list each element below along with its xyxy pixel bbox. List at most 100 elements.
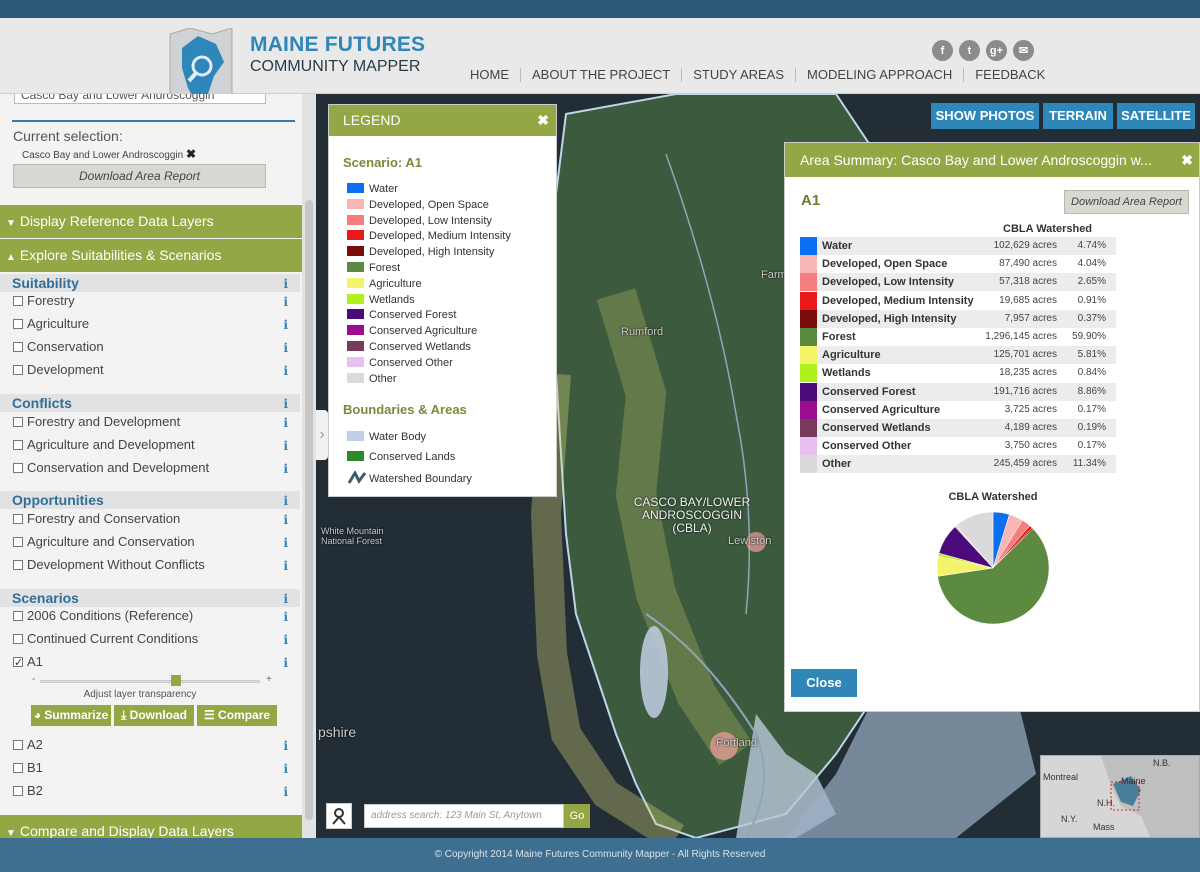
- overview-map[interactable]: Montreal Maine N.B. N.Y. Mass N.H.: [1040, 755, 1200, 838]
- panel-explore[interactable]: ▲ Explore Suitabilities & Scenarios: [0, 239, 302, 272]
- info-icon[interactable]: i: [283, 654, 288, 672]
- transparency-slider-track[interactable]: [40, 680, 260, 683]
- locate-icon[interactable]: [326, 803, 352, 829]
- checkbox[interactable]: [13, 319, 23, 329]
- info-icon[interactable]: i: [283, 460, 288, 478]
- download-button[interactable]: ⤓ Download: [114, 705, 194, 726]
- panel-reference-layers[interactable]: ▼ Display Reference Data Layers: [0, 205, 302, 238]
- email-icon[interactable]: ✉: [1013, 40, 1034, 61]
- layer-row[interactable]: Continued Current Conditions i: [0, 630, 300, 648]
- info-icon[interactable]: i: [283, 316, 288, 334]
- layer-row[interactable]: A2 i: [0, 736, 300, 754]
- collapse-sidebar-chevron-icon[interactable]: ›: [316, 410, 328, 460]
- info-icon[interactable]: i: [283, 511, 288, 529]
- checkbox[interactable]: [13, 740, 23, 750]
- layer-row[interactable]: Agriculture and Conservation i: [0, 533, 300, 551]
- study-area-select[interactable]: Casco Bay and Lower Androscoggin: [14, 94, 266, 104]
- legend-close-icon[interactable]: ✖: [537, 105, 549, 136]
- checkbox[interactable]: [13, 560, 23, 570]
- checkbox[interactable]: [13, 786, 23, 796]
- nav-home[interactable]: HOME: [470, 68, 520, 82]
- checkbox[interactable]: [13, 537, 23, 547]
- info-icon[interactable]: i: [283, 293, 288, 311]
- satellite-button[interactable]: SATELLITE: [1117, 103, 1195, 129]
- layer-row[interactable]: Conservation and Development i: [0, 459, 300, 477]
- overview-map-graphic: [1041, 756, 1199, 837]
- nav-feedback[interactable]: FEEDBACK: [963, 68, 1056, 82]
- checkbox-checked[interactable]: [13, 654, 23, 672]
- info-icon[interactable]: i: [283, 339, 288, 357]
- google-plus-icon[interactable]: g+: [986, 40, 1007, 61]
- summary-swatch: [800, 237, 817, 255]
- checkbox[interactable]: [13, 342, 23, 352]
- nav-about[interactable]: ABOUT THE PROJECT: [520, 68, 681, 82]
- legend-label: Developed, Medium Intensity: [369, 230, 511, 243]
- twitter-icon[interactable]: t: [959, 40, 980, 61]
- site-title[interactable]: MAINE FUTURES: [250, 33, 425, 57]
- checkbox[interactable]: [13, 440, 23, 450]
- pie-icon: ◕: [33, 708, 41, 722]
- summary-acres: 191,716 acres: [993, 385, 1057, 397]
- nav-study-areas[interactable]: STUDY AREAS: [681, 68, 795, 82]
- nav-modeling[interactable]: MODELING APPROACH: [795, 68, 963, 82]
- checkbox[interactable]: [13, 763, 23, 773]
- site-header: MAINE FUTURES COMMUNITY MAPPER f t g+ ✉ …: [0, 18, 1200, 112]
- info-icon[interactable]: i: [283, 608, 288, 626]
- terrain-button[interactable]: TERRAIN: [1043, 103, 1113, 129]
- transparency-slider-handle[interactable]: [171, 675, 182, 686]
- summary-close-icon[interactable]: ✖: [1181, 143, 1193, 177]
- overview-label-ny: N.Y.: [1061, 814, 1078, 824]
- download-area-report-button[interactable]: Download Area Report: [13, 164, 266, 188]
- search-go-button[interactable]: Go: [564, 804, 590, 828]
- compare-button[interactable]: ☰ Compare: [197, 705, 277, 726]
- summary-close-button[interactable]: Close: [791, 669, 857, 697]
- layer-row[interactable]: Forestry and Conservation i: [0, 510, 300, 528]
- site-subtitle[interactable]: COMMUNITY MAPPER: [250, 58, 420, 76]
- info-icon[interactable]: i: [283, 414, 288, 432]
- checkbox[interactable]: [13, 463, 23, 473]
- layer-row[interactable]: Forestry and Development i: [0, 413, 300, 431]
- checkbox[interactable]: [13, 634, 23, 644]
- layer-row[interactable]: Conservation i: [0, 338, 300, 356]
- summarize-label: Summarize: [44, 708, 109, 722]
- checkbox[interactable]: [13, 611, 23, 621]
- address-search-input[interactable]: address search: 123 Main St, Anytown: [364, 804, 564, 828]
- checkbox[interactable]: [13, 365, 23, 375]
- layer-row[interactable]: Development Without Conflicts i: [0, 556, 300, 574]
- info-icon[interactable]: i: [283, 590, 288, 608]
- summary-row: Developed, Medium Intensity 19,685 acres 0…: [800, 291, 1116, 310]
- facebook-icon[interactable]: f: [932, 40, 953, 61]
- info-icon[interactable]: i: [283, 275, 288, 293]
- info-icon[interactable]: i: [283, 737, 288, 755]
- info-icon[interactable]: i: [283, 631, 288, 649]
- section-title: Scenarios: [12, 590, 79, 606]
- layer-row[interactable]: Development i: [0, 361, 300, 379]
- remove-selection-icon[interactable]: ✖: [186, 147, 196, 161]
- info-icon[interactable]: i: [283, 437, 288, 455]
- summary-percent: 0.91%: [1077, 294, 1106, 306]
- info-icon[interactable]: i: [283, 362, 288, 380]
- info-icon[interactable]: i: [283, 492, 288, 510]
- show-photos-button[interactable]: SHOW PHOTOS: [931, 103, 1039, 129]
- info-icon[interactable]: i: [283, 760, 288, 778]
- panel-compare[interactable]: ▼ Compare and Display Data Layers: [0, 815, 302, 838]
- info-icon[interactable]: i: [283, 783, 288, 801]
- layer-row[interactable]: B1 i: [0, 759, 300, 777]
- layer-row[interactable]: 2006 Conditions (Reference) i: [0, 607, 300, 625]
- sidebar-scroll-thumb[interactable]: [305, 200, 313, 820]
- checkbox[interactable]: [13, 417, 23, 427]
- info-icon[interactable]: i: [283, 557, 288, 575]
- layer-row[interactable]: Forestry i: [0, 292, 300, 310]
- checkbox[interactable]: [13, 514, 23, 524]
- info-icon[interactable]: i: [283, 395, 288, 413]
- info-icon[interactable]: i: [283, 534, 288, 552]
- summarize-button[interactable]: ◕ Summarize: [31, 705, 111, 726]
- locate-glyph: [332, 808, 346, 825]
- checkbox[interactable]: [13, 296, 23, 306]
- summary-category: Developed, Open Space: [822, 258, 948, 271]
- layer-row[interactable]: A1 i: [0, 653, 300, 672]
- layer-row[interactable]: B2 i: [0, 782, 300, 800]
- layer-row[interactable]: Agriculture and Development i: [0, 436, 300, 454]
- layer-row[interactable]: Agriculture i: [0, 315, 300, 333]
- summary-download-button[interactable]: Download Area Report: [1064, 190, 1189, 214]
